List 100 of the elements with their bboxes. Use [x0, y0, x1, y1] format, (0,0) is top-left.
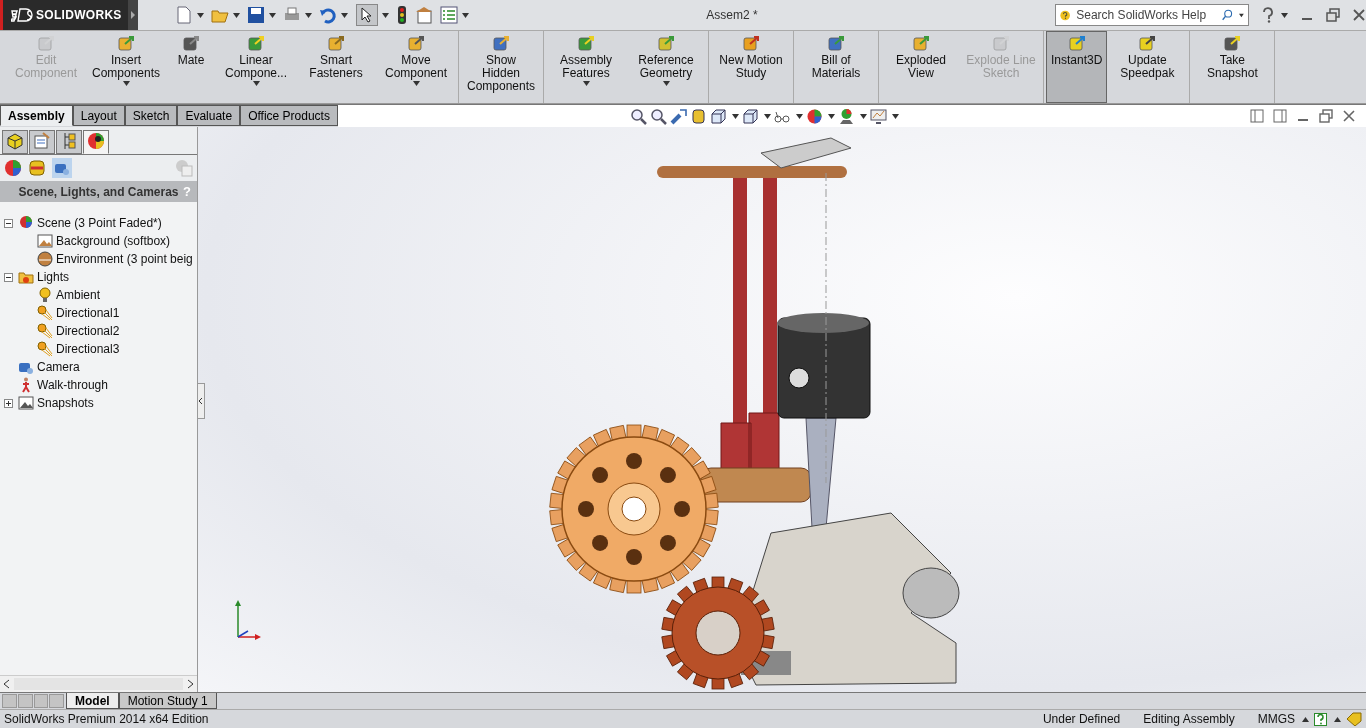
ribbon-button[interactable]: Mate — [166, 31, 216, 103]
command-tab[interactable]: Office Products — [240, 105, 338, 126]
dropdown-arrow-icon[interactable] — [122, 81, 130, 86]
dropdown-arrow-icon[interactable] — [1302, 716, 1309, 722]
ribbon-button[interactable]: New Motion Study — [711, 31, 791, 103]
dropdown-arrow-icon[interactable] — [305, 12, 312, 18]
dropdown-arrow-icon[interactable] — [582, 81, 590, 86]
panel-tab[interactable] — [2, 130, 28, 154]
ribbon-button[interactable]: Exploded View — [881, 31, 961, 103]
panel-tab[interactable] — [83, 130, 109, 154]
collapse-icon[interactable] — [4, 218, 15, 228]
appearance-icon[interactable] — [805, 107, 823, 125]
dropdown-arrow-icon[interactable] — [412, 81, 420, 86]
tag-icon[interactable] — [1346, 712, 1362, 726]
tree-item[interactable]: Scene (3 Point Faded*) — [37, 216, 162, 230]
dropdown-arrow-icon[interactable] — [197, 12, 204, 18]
sphere-icon — [37, 251, 53, 267]
tree-item[interactable]: Background (softbox) — [56, 234, 171, 248]
window-title: Assem2 * — [705, 8, 759, 22]
select-button[interactable] — [356, 4, 378, 26]
monitor-icon[interactable] — [869, 107, 887, 125]
restore-icon[interactable] — [1319, 109, 1333, 123]
ribbon-button[interactable]: Insert Components — [86, 31, 166, 103]
appearance-icon — [87, 132, 105, 150]
checklist-icon[interactable] — [440, 6, 458, 24]
ribbon-button[interactable]: Smart Fasteners — [296, 31, 376, 103]
tree-item[interactable]: Ambient — [56, 288, 101, 302]
collapse-panel-handle[interactable] — [197, 383, 205, 419]
help-icon[interactable] — [1314, 712, 1327, 726]
collapse-icon[interactable] — [4, 272, 15, 282]
search-icon[interactable] — [1222, 7, 1234, 23]
zoom-to-fit-icon[interactable] — [629, 107, 647, 125]
tree-item[interactable]: Walk-through — [37, 378, 108, 392]
dropdown-arrow-icon[interactable] — [1334, 716, 1341, 722]
traffic-light-icon[interactable] — [396, 6, 408, 24]
dropdown-arrow-icon[interactable] — [462, 12, 469, 18]
feature-tree-icon — [6, 132, 24, 150]
section-view-icon[interactable] — [689, 107, 707, 125]
dropdown-arrow-icon[interactable] — [731, 113, 739, 119]
dropdown-arrow-icon[interactable] — [341, 12, 348, 18]
decal-icon[interactable] — [28, 159, 46, 177]
scene-icon[interactable] — [837, 107, 855, 125]
ribbon-button[interactable]: Reference Geometry — [626, 31, 706, 103]
tree-item[interactable]: Directional1 — [56, 306, 120, 320]
spotlight-icon — [37, 305, 53, 321]
model-tab[interactable]: Model — [66, 693, 119, 709]
options-icon[interactable] — [415, 6, 433, 24]
tree-item[interactable]: Directional2 — [56, 324, 120, 338]
dropdown-arrow-icon[interactable] — [233, 12, 240, 18]
dropdown-arrow-icon[interactable] — [763, 113, 771, 119]
tree-item[interactable]: Camera — [37, 360, 80, 374]
close-icon[interactable] — [1352, 8, 1366, 22]
dropdown-arrow-icon[interactable] — [1281, 12, 1288, 18]
command-tab[interactable]: Assembly — [0, 105, 73, 126]
split-view-icon[interactable] — [1250, 109, 1264, 123]
appearance-icon[interactable] — [4, 159, 22, 177]
command-tab[interactable]: Evaluate — [177, 105, 241, 126]
command-tab[interactable]: Sketch — [124, 105, 178, 126]
previous-view-icon[interactable] — [669, 107, 687, 125]
tree-item[interactable]: Environment (3 point beig — [56, 252, 193, 266]
ribbon-button[interactable]: Move Component — [376, 31, 456, 103]
dropdown-arrow-icon[interactable] — [891, 113, 899, 119]
dropdown-arrow-icon[interactable] — [252, 81, 260, 86]
model-tab[interactable]: Motion Study 1 — [118, 693, 217, 709]
split-view-icon[interactable] — [1273, 109, 1287, 123]
ribbon-button[interactable]: Show Hidden Components — [461, 31, 541, 103]
dropdown-arrow-icon[interactable] — [827, 113, 835, 119]
solidworks-logo: SOLIDWORKS — [0, 0, 128, 30]
ribbon-button[interactable]: Update Speedpak — [1107, 31, 1188, 103]
picture-icon — [37, 233, 53, 249]
help-icon[interactable] — [1261, 7, 1275, 23]
command-tab[interactable]: Layout — [72, 105, 125, 126]
units-text[interactable]: MMGS — [1257, 712, 1295, 726]
graphics-area[interactable] — [198, 127, 1366, 692]
dropdown-arrow-icon[interactable] — [795, 113, 803, 119]
restore-icon[interactable] — [1326, 8, 1340, 22]
zoom-area-icon[interactable] — [649, 107, 667, 125]
snapshot-icon — [18, 395, 34, 411]
undo-icon[interactable] — [319, 6, 337, 24]
spotlight-icon — [37, 323, 53, 339]
ribbon-button[interactable]: Bill of Materials — [796, 31, 876, 103]
dropdown-arrow-icon[interactable] — [382, 12, 389, 18]
ribbon-button[interactable]: Instant3D — [1046, 31, 1108, 103]
ribbon-button[interactable]: Take Snapshot — [1192, 31, 1273, 103]
display-style-icon[interactable] — [741, 107, 759, 125]
view-orientation-icon[interactable] — [709, 107, 727, 125]
save-icon[interactable] — [247, 6, 265, 24]
tree-item[interactable]: Directional3 — [56, 342, 120, 356]
close-icon[interactable] — [1342, 109, 1356, 123]
ribbon-button[interactable]: Assembly Features — [546, 31, 626, 103]
horizontal-scrollbar[interactable] — [0, 675, 197, 692]
dropdown-arrow-icon[interactable] — [269, 12, 276, 18]
tree-item[interactable]: Snapshots — [37, 396, 94, 410]
tree-item[interactable]: Lights — [37, 270, 70, 284]
dropdown-arrow-icon[interactable] — [662, 81, 670, 86]
dropdown-arrow-icon[interactable] — [859, 113, 867, 119]
expand-icon[interactable] — [4, 398, 15, 408]
search-field[interactable]: Search SolidWorks Help — [1055, 4, 1249, 26]
ribbon-button[interactable]: Linear Compone... — [216, 31, 296, 103]
dropdown-arrow-icon[interactable] — [1239, 12, 1244, 18]
